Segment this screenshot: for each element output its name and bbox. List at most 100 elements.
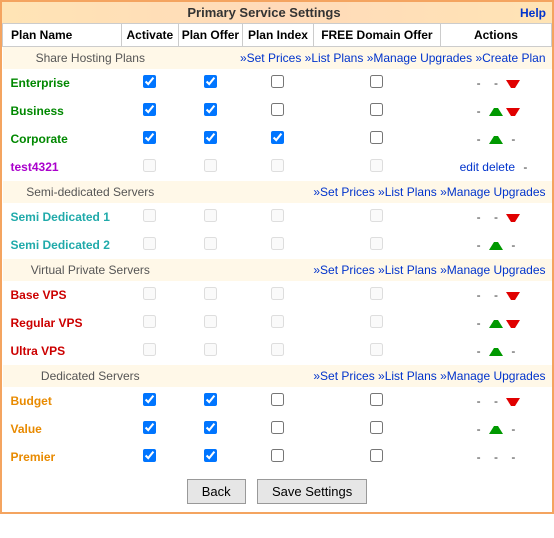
index-checkbox[interactable] — [271, 315, 284, 328]
plan-name-cell: Semi Dedicated 1 — [3, 203, 122, 231]
edit-link[interactable]: edit — [460, 160, 479, 174]
offer-checkbox[interactable] — [204, 237, 217, 250]
move-up-icon[interactable] — [489, 320, 503, 328]
free-checkbox[interactable] — [370, 287, 383, 300]
activate-checkbox[interactable] — [143, 343, 156, 356]
actions-cell: - - - — [440, 443, 551, 471]
offer-cell — [178, 281, 243, 309]
manage-upgrades-link[interactable]: »Manage Upgrades — [440, 263, 545, 277]
help-link[interactable]: Help — [520, 6, 546, 20]
free-checkbox[interactable] — [370, 449, 383, 462]
index-checkbox[interactable] — [271, 343, 284, 356]
free-checkbox[interactable] — [370, 209, 383, 222]
activate-checkbox[interactable] — [143, 131, 156, 144]
index-checkbox[interactable] — [271, 421, 284, 434]
activate-checkbox[interactable] — [143, 103, 156, 116]
dash: - — [472, 76, 486, 90]
index-checkbox[interactable] — [271, 75, 284, 88]
free-checkbox[interactable] — [370, 75, 383, 88]
activate-checkbox[interactable] — [143, 287, 156, 300]
list-plans-link[interactable]: »List Plans — [305, 51, 364, 65]
table-row: Corporate- - — [3, 125, 552, 153]
offer-checkbox[interactable] — [204, 315, 217, 328]
manage-upgrades-link[interactable]: »Manage Upgrades — [440, 185, 545, 199]
group-name: Dedicated Servers — [3, 365, 179, 387]
free-cell — [313, 97, 440, 125]
index-cell — [243, 125, 314, 153]
move-down-icon[interactable] — [506, 80, 520, 88]
index-checkbox[interactable] — [271, 287, 284, 300]
activate-checkbox[interactable] — [143, 237, 156, 250]
actions-cell: - - — [440, 387, 551, 415]
delete-link[interactable]: delete — [482, 160, 515, 174]
table-row: Business- — [3, 97, 552, 125]
move-up-icon[interactable] — [489, 136, 503, 144]
save-settings-button[interactable]: Save Settings — [257, 479, 367, 504]
activate-checkbox[interactable] — [143, 159, 156, 172]
table-row: Regular VPS- — [3, 309, 552, 337]
move-up-icon[interactable] — [489, 348, 503, 356]
offer-checkbox[interactable] — [204, 209, 217, 222]
free-checkbox[interactable] — [370, 103, 383, 116]
offer-checkbox[interactable] — [204, 75, 217, 88]
list-plans-link[interactable]: »List Plans — [378, 185, 437, 199]
manage-upgrades-link[interactable]: »Manage Upgrades — [367, 51, 472, 65]
offer-checkbox[interactable] — [204, 421, 217, 434]
index-checkbox[interactable] — [271, 103, 284, 116]
index-cell — [243, 97, 314, 125]
offer-cell — [178, 337, 243, 365]
set-prices-link[interactable]: »Set Prices — [313, 263, 374, 277]
index-checkbox[interactable] — [271, 209, 284, 222]
footer-buttons: Back Save Settings — [2, 471, 552, 512]
manage-upgrades-link[interactable]: »Manage Upgrades — [440, 369, 545, 383]
col-plan-name: Plan Name — [3, 24, 122, 47]
free-cell — [313, 153, 440, 181]
offer-checkbox[interactable] — [204, 159, 217, 172]
index-checkbox[interactable] — [271, 131, 284, 144]
list-plans-link[interactable]: »List Plans — [378, 263, 437, 277]
move-down-icon[interactable] — [506, 214, 520, 222]
index-checkbox[interactable] — [271, 393, 284, 406]
activate-checkbox[interactable] — [143, 393, 156, 406]
actions-cell: - — [440, 309, 551, 337]
move-down-icon[interactable] — [506, 292, 520, 300]
activate-cell — [122, 443, 179, 471]
set-prices-link[interactable]: »Set Prices — [313, 185, 374, 199]
list-plans-link[interactable]: »List Plans — [378, 369, 437, 383]
move-down-icon[interactable] — [506, 108, 520, 116]
move-up-icon[interactable] — [489, 426, 503, 434]
free-checkbox[interactable] — [370, 421, 383, 434]
set-prices-link[interactable]: »Set Prices — [240, 51, 301, 65]
create-plan-link[interactable]: »Create Plan — [475, 51, 545, 65]
index-checkbox[interactable] — [271, 159, 284, 172]
title-bar: Primary Service Settings Help — [2, 2, 552, 23]
free-checkbox[interactable] — [370, 159, 383, 172]
offer-checkbox[interactable] — [204, 393, 217, 406]
activate-checkbox[interactable] — [143, 315, 156, 328]
free-checkbox[interactable] — [370, 315, 383, 328]
offer-checkbox[interactable] — [204, 343, 217, 356]
offer-checkbox[interactable] — [204, 287, 217, 300]
offer-cell — [178, 443, 243, 471]
index-cell — [243, 387, 314, 415]
offer-checkbox[interactable] — [204, 103, 217, 116]
move-down-icon[interactable] — [506, 398, 520, 406]
move-down-icon[interactable] — [506, 320, 520, 328]
index-checkbox[interactable] — [271, 237, 284, 250]
move-up-icon[interactable] — [489, 242, 503, 250]
offer-checkbox[interactable] — [204, 449, 217, 462]
back-button[interactable]: Back — [187, 479, 246, 504]
free-checkbox[interactable] — [370, 393, 383, 406]
set-prices-link[interactable]: »Set Prices — [313, 369, 374, 383]
activate-checkbox[interactable] — [143, 449, 156, 462]
free-checkbox[interactable] — [370, 343, 383, 356]
move-up-icon[interactable] — [489, 108, 503, 116]
activate-checkbox[interactable] — [143, 209, 156, 222]
free-checkbox[interactable] — [370, 131, 383, 144]
activate-cell — [122, 203, 179, 231]
activate-checkbox[interactable] — [143, 421, 156, 434]
activate-checkbox[interactable] — [143, 75, 156, 88]
offer-checkbox[interactable] — [204, 131, 217, 144]
index-checkbox[interactable] — [271, 449, 284, 462]
free-checkbox[interactable] — [370, 237, 383, 250]
